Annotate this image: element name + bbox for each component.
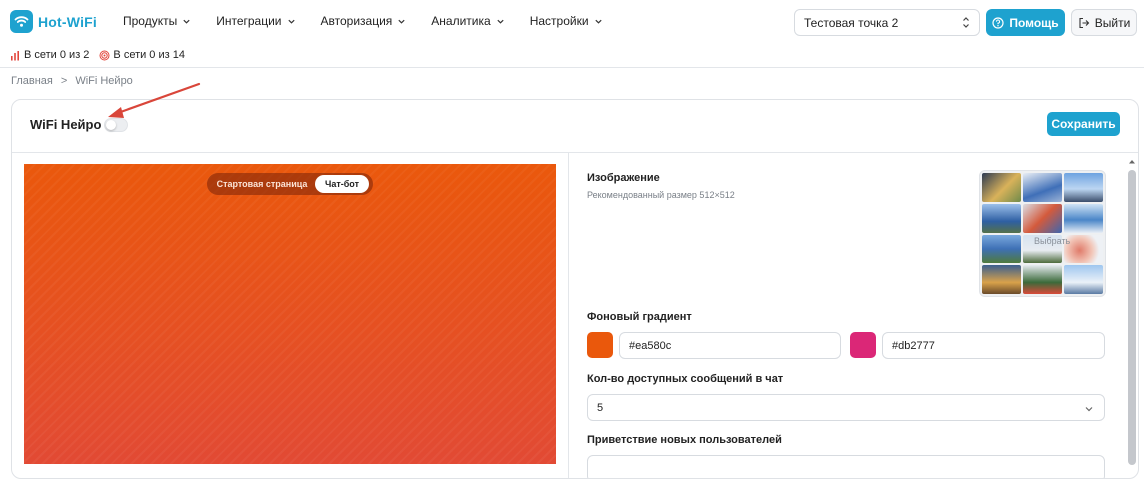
tab-chat-bot[interactable]: Чат-бот	[315, 175, 369, 193]
top-navbar: Hot-WiFi Продукты Интеграции Авторизация…	[0, 0, 1144, 44]
gradient-label: Фоновый градиент	[587, 311, 692, 323]
menu-label: Продукты	[123, 14, 178, 28]
image-tile	[982, 234, 1021, 264]
settings-pane: Изображение Рекомендованный размер 512×5…	[569, 153, 1138, 478]
image-tile	[1023, 265, 1062, 294]
exit-button-label: Выйти	[1094, 15, 1131, 30]
chevron-down-icon	[497, 19, 504, 24]
menu-analytics[interactable]: Аналитика	[431, 14, 504, 28]
wifi-icon	[10, 10, 33, 33]
messages-count-value: 5	[597, 401, 604, 414]
save-button[interactable]: Сохранить	[1047, 112, 1120, 136]
messages-label: Кол-во доступных сообщений в чат	[587, 373, 784, 385]
image-tile	[1064, 173, 1103, 202]
messages-count-select[interactable]: 5	[587, 394, 1105, 421]
preview-pane: Стартовая страница Чат-бот	[12, 153, 569, 478]
status-item: В сети 0 из 14	[99, 49, 185, 61]
image-label: Изображение	[587, 172, 660, 184]
brand-name: Hot-WiFi	[38, 13, 98, 30]
menu-label: Настройки	[529, 14, 589, 28]
main-menu: Продукты Интеграции Авторизация Аналитик…	[123, 14, 628, 28]
image-pick-label: Выбрать	[1034, 236, 1071, 246]
status-text: В сети 0 из 2	[24, 49, 90, 61]
chevron-down-icon	[1085, 407, 1093, 412]
annotation-arrow	[108, 82, 201, 118]
preview-tabs: Стартовая страница Чат-бот	[207, 173, 373, 195]
image-picker[interactable]	[979, 170, 1106, 297]
chevron-updown-icon	[963, 17, 969, 28]
card-title: WiFi Нейро	[30, 117, 102, 132]
exit-button[interactable]: Выйти	[1071, 9, 1137, 36]
menu-settings[interactable]: Настройки	[530, 14, 603, 28]
point-select-value: Тестовая точка 2	[804, 15, 899, 30]
header-divider	[0, 67, 1144, 68]
settings-scrollbar[interactable]	[1127, 157, 1137, 465]
menu-label: Аналитика	[431, 14, 491, 28]
status-text: В сети 0 из 14	[113, 49, 185, 61]
menu-authorization[interactable]: Авторизация	[321, 14, 407, 28]
tab-start-page[interactable]: Стартовая страница	[209, 175, 315, 193]
breadcrumb-home[interactable]: Главная	[11, 75, 53, 87]
image-tile	[1023, 173, 1062, 202]
chevron-down-icon	[287, 19, 295, 24]
image-tile	[982, 265, 1021, 294]
greeting-label: Приветствие новых пользователей	[587, 434, 782, 446]
chevron-down-icon	[398, 19, 405, 24]
color-input-from[interactable]: #ea580c	[619, 332, 841, 359]
brand-logo[interactable]: Hot-WiFi	[10, 10, 97, 33]
help-button-label: Помощь	[1009, 15, 1059, 30]
color-input-value: #ea580c	[629, 339, 672, 352]
image-tile	[1023, 203, 1062, 233]
color-input-to[interactable]: #db2777	[882, 332, 1105, 359]
image-tile	[1064, 265, 1103, 294]
help-button[interactable]: Помощь	[986, 9, 1065, 36]
color-swatch-from[interactable]	[587, 332, 613, 358]
network-status: В сети 0 из 2 В сети 0 из 14	[10, 49, 185, 61]
breadcrumb-separator: >	[60, 75, 68, 87]
signal-bars-icon	[11, 50, 19, 60]
chevron-down-icon	[183, 19, 190, 24]
image-tile	[982, 173, 1021, 202]
image-tile	[982, 203, 1021, 233]
image-size-hint: Рекомендованный размер 512×512	[587, 190, 735, 200]
help-circle-icon	[992, 16, 1004, 29]
menu-label: Авторизация	[320, 14, 393, 28]
chevron-down-icon	[594, 19, 602, 24]
menu-label: Интеграции	[216, 14, 282, 28]
greeting-input[interactable]	[587, 455, 1105, 478]
scrollbar-thumb[interactable]	[1128, 170, 1136, 465]
color-input-value: #db2777	[892, 339, 935, 352]
color-swatch-to[interactable]	[850, 332, 876, 358]
gradient-preview: Стартовая страница Чат-бот	[24, 164, 556, 464]
menu-products[interactable]: Продукты	[123, 14, 191, 28]
broadcast-icon	[99, 50, 110, 60]
image-tile	[1064, 203, 1103, 233]
wifi-neuro-card: WiFi Нейро Сохранить Стартовая страница …	[11, 99, 1139, 479]
status-item: В сети 0 из 2	[10, 49, 89, 61]
logout-icon	[1079, 17, 1090, 28]
scroll-up-icon	[1129, 160, 1135, 164]
menu-integrations[interactable]: Интеграции	[216, 14, 295, 28]
point-select[interactable]: Тестовая точка 2	[794, 9, 980, 36]
